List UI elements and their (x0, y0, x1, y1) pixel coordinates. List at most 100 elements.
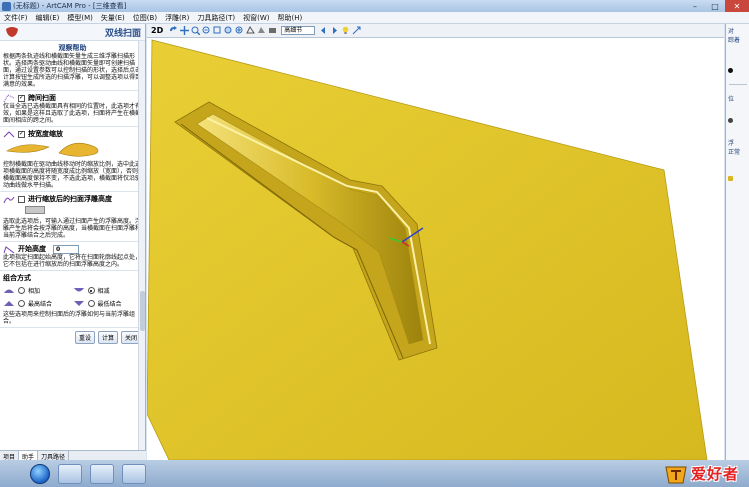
windows-taskbar: 爱好者 (0, 460, 749, 487)
artcam-app-icon (2, 1, 11, 11)
start-height-icon (3, 245, 15, 253)
span-checkbox[interactable]: ✓ (18, 94, 25, 102)
tab-project[interactable]: 项目 (0, 451, 20, 461)
wireframe-icon[interactable] (246, 26, 256, 35)
start-height-text: 此项指定扫面起始高度，它将在扫面轮廓线起点处，它不包括在进行缩放后的扫面浮雕高度… (3, 254, 142, 268)
start-height-input[interactable]: 0 (53, 244, 79, 254)
close-button[interactable]: ✕ (725, 0, 749, 12)
title-bar: (无标题) - ArtCAM Pro - [三维查看] – □ ✕ (0, 0, 749, 12)
scale-preview-shapes (6, 142, 99, 157)
float-height-input[interactable] (25, 206, 45, 214)
zoom-in-icon[interactable] (191, 26, 201, 35)
help-text: 根据两条轨迹线和横截面矢量生成三维浮雕扫描形状。选择两条驱动曲线和横截面矢量即可… (3, 53, 142, 88)
window-controls: – □ ✕ (685, 0, 749, 12)
zoom-box-icon[interactable] (213, 26, 222, 35)
rp-label-5: 正常 (728, 149, 741, 156)
rotate-icon[interactable] (169, 26, 178, 35)
combine-add-option[interactable]: 相加 (3, 286, 73, 295)
float-height-label: 进行缩放后的扫面浮雕高度 (28, 195, 112, 203)
float-height-checkbox[interactable] (18, 195, 25, 203)
combine-lowest-option[interactable]: 最低结合 (73, 299, 143, 308)
taskbar-app-1[interactable] (58, 463, 82, 484)
span-text: 仅当全选已选横截面具有相同的位置时，此选项才有效，如果是这样且选取了此选项，扫面… (3, 103, 142, 124)
watermark-logo-icon (665, 466, 687, 483)
scale-icon (3, 130, 15, 137)
combine-subtract-radio[interactable] (87, 287, 95, 294)
view-forward-icon[interactable] (330, 26, 339, 35)
relief-logo-icon (6, 27, 18, 37)
span-sweep-icon (3, 94, 15, 102)
relief-layer-swatch[interactable] (728, 176, 733, 181)
two-rail-sweep-panel: 双线扫面 观察帮助 根据两条轨迹线和横截面矢量生成三维浮雕扫描形状。选择两条驱动… (0, 24, 146, 450)
lightbulb-icon[interactable] (341, 26, 350, 35)
light-direction-icon[interactable] (352, 26, 361, 35)
calculate-button[interactable]: 计算 (97, 331, 118, 344)
pan-icon[interactable] (180, 26, 190, 35)
menu-toolpath[interactable]: 刀具路径(T) (193, 13, 239, 23)
menu-bitmap[interactable]: 位图(B) (129, 13, 161, 23)
rp-label-2: 踪着 (728, 37, 741, 44)
zoom-out-icon[interactable] (202, 26, 211, 35)
taskbar-app-artcam[interactable] (122, 463, 146, 484)
float-height-text: 选取此选项后，可输入通过扫面产生的浮雕高度。浮雕产生后将会按浮雕的高度，当横截面… (3, 218, 142, 239)
menu-file[interactable]: 文件(F) (0, 13, 32, 23)
menu-help[interactable]: 帮助(H) (274, 13, 307, 23)
rp-label-1: 对 (728, 28, 735, 35)
maximize-button[interactable]: □ (705, 0, 725, 12)
relief-plate (147, 39, 708, 460)
zoom-all-icon[interactable] (235, 26, 244, 35)
watermark: 爱好者 (663, 460, 739, 487)
rp-label-3: 位 (728, 96, 735, 103)
combine-add-icon (4, 289, 14, 293)
combine-subtract-option[interactable]: 相减 (73, 286, 143, 295)
span-label: 跨间扫面 (28, 94, 56, 102)
combine-label: 组合方式 (3, 274, 31, 282)
menu-edit[interactable]: 编辑(E) (32, 13, 64, 23)
menu-bar: 文件(F) 编辑(E) 模型(M) 矢量(E) 位图(B) 浮雕(R) 刀具路径… (0, 12, 749, 24)
panel-title: 双线扫面 (104, 28, 141, 39)
artcam-window: (无标题) - ArtCAM Pro - [三维查看] – □ ✕ 文件(F) … (0, 0, 749, 487)
window-title: (无标题) - ArtCAM Pro - [三维查看] (13, 2, 127, 10)
view-back-icon[interactable] (319, 26, 328, 35)
combine-lowest-radio[interactable] (87, 300, 95, 307)
start-height-label: 开始高度 (18, 245, 46, 253)
zoom-fit-icon[interactable] (224, 26, 233, 35)
watermark-text: 爱好者 (690, 465, 739, 483)
shaded-icon[interactable] (257, 26, 266, 35)
start-button[interactable] (30, 463, 50, 484)
quality-select[interactable]: 高细节 (281, 26, 316, 35)
combine-text: 这些选项用来控制扫面后的浮雕如何与当前浮雕组合。 (3, 311, 136, 325)
float-height-icon (3, 196, 15, 203)
menu-model[interactable]: 模型(M) (63, 13, 97, 23)
float-height-section: 进行缩放后的扫面浮雕高度 选取此选项后，可输入通过扫面产生的浮雕高度。浮雕产生后… (0, 192, 145, 242)
help-heading[interactable]: 观察帮助 (3, 43, 142, 53)
panel-buttons: 重设 计算 关闭 (0, 328, 145, 347)
layer-visible-dot[interactable] (728, 68, 733, 73)
tab-toolpaths[interactable]: 刀具路径 (38, 451, 70, 461)
layers-side-panel: 对 踪着 位 浮 正常 (725, 24, 749, 460)
combine-lowest-icon (73, 301, 84, 306)
combine-highest-radio[interactable] (18, 300, 25, 307)
2d-view-button[interactable]: 2D (151, 26, 163, 35)
combine-section: 组合方式 相加 相减 最高结合 最低结合 这些选项用来控制扫面后的浮雕如何与当前… (0, 271, 145, 328)
tab-assistant[interactable]: 助手 (19, 451, 39, 461)
combine-subtract-icon (73, 288, 84, 292)
taskbar-app-2[interactable] (90, 463, 114, 484)
scale-height-section: ✓ 按宽度缩放 控制横截面在驱动曲线移动时的缩放比例，选中此选项横截面的高度将随… (0, 127, 145, 192)
solid-icon[interactable] (268, 26, 277, 35)
relief-scene (147, 39, 708, 460)
menu-window[interactable]: 视窗(W) (239, 13, 273, 23)
combine-highest-option[interactable]: 最高结合 (3, 299, 73, 308)
reset-button[interactable]: 重设 (74, 331, 95, 344)
panel-scrollbar[interactable] (138, 41, 145, 450)
panel-header: 双线扫面 (0, 24, 145, 41)
3d-viewport[interactable] (147, 38, 724, 460)
menu-vector[interactable]: 矢量(E) (97, 13, 129, 23)
combine-highest-icon (4, 301, 14, 306)
bitmap-layer-dot[interactable] (728, 118, 733, 123)
minimize-button[interactable]: – (685, 0, 705, 12)
scrollbar-thumb[interactable] (140, 291, 145, 331)
menu-relief[interactable]: 浮雕(R) (161, 13, 193, 23)
combine-add-radio[interactable] (18, 287, 25, 294)
scale-height-checkbox[interactable]: ✓ (18, 130, 25, 138)
